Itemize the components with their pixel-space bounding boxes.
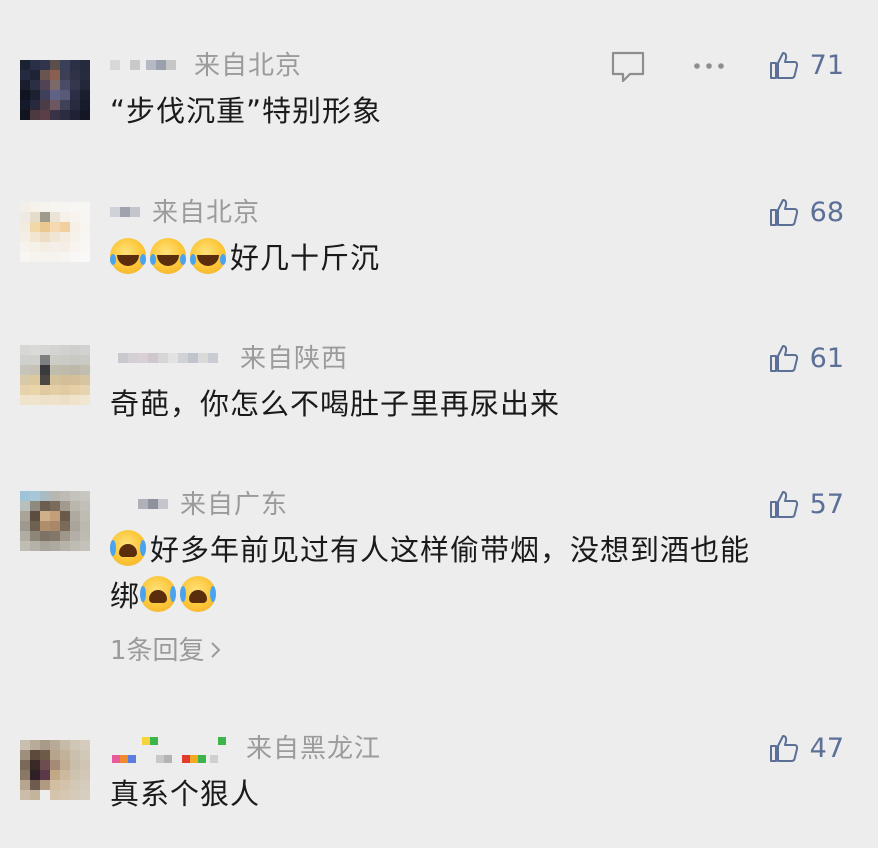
nickname-mosaic[interactable] xyxy=(138,495,168,513)
comment-text: 真系个狠人 xyxy=(110,771,260,817)
thumbs-up-icon xyxy=(769,345,798,372)
comment-text-line1: 好多年前见过有人这样偷带烟，没想到酒也能 xyxy=(150,533,751,567)
comment-item: 来自广东 57 好多年前见过有人这样偷带烟，没想到酒也能 绑 1条回复 xyxy=(0,489,878,669)
comment-text: 好多年前见过有人这样偷带烟，没想到酒也能 绑 xyxy=(110,527,750,619)
thumbs-up-icon xyxy=(769,199,798,226)
thumbs-up-icon xyxy=(769,735,798,762)
crying-emoji-icon xyxy=(110,530,146,566)
comment-item: 来自北京 71 “步伐沉重”特别形象 xyxy=(0,50,878,130)
view-replies-label: 1条回复 xyxy=(110,636,205,666)
like-button[interactable]: 68 xyxy=(768,195,844,229)
laughing-tears-emoji-icon xyxy=(110,238,146,274)
comment-text-content: 奇葩，你怎么不喝肚子里再尿出来 xyxy=(110,387,561,421)
laughing-tears-emoji-icon xyxy=(190,238,226,274)
comment-bubble-icon[interactable] xyxy=(610,50,646,88)
like-count: 71 xyxy=(809,49,844,81)
laughing-tears-emoji-icon xyxy=(150,238,186,274)
like-button[interactable]: 71 xyxy=(768,48,844,82)
more-dots-icon[interactable] xyxy=(692,56,726,80)
crying-emoji-icon xyxy=(180,576,217,612)
nickname-mosaic[interactable] xyxy=(118,349,218,367)
avatar[interactable] xyxy=(20,60,90,120)
comment-item: 来自北京 68 好几十斤沉 xyxy=(0,197,878,277)
like-button[interactable]: 61 xyxy=(768,341,844,375)
nickname-mosaic[interactable] xyxy=(110,56,176,74)
location-label: 来自北京 xyxy=(194,51,303,81)
comment-text: “步伐沉重”特别形象 xyxy=(110,88,382,134)
comment-text-line2: 绑 xyxy=(110,579,141,613)
location-label: 来自北京 xyxy=(152,198,261,228)
nickname-mosaic[interactable] xyxy=(112,733,242,769)
nickname-mosaic[interactable] xyxy=(110,203,140,221)
chevron-right-icon xyxy=(210,642,220,658)
crying-emoji-icon xyxy=(140,576,177,612)
comment-text-content: 真系个狠人 xyxy=(110,777,261,811)
avatar[interactable] xyxy=(20,345,90,405)
avatar[interactable] xyxy=(20,491,90,551)
avatar[interactable] xyxy=(20,740,90,800)
comment-text-content: 好几十斤沉 xyxy=(230,241,381,275)
like-button[interactable]: 57 xyxy=(768,487,844,521)
location-label: 来自陕西 xyxy=(240,344,349,374)
view-replies-link[interactable]: 1条回复 xyxy=(110,635,223,667)
avatar[interactable] xyxy=(20,202,90,262)
like-count: 61 xyxy=(809,342,844,374)
thumbs-up-icon xyxy=(769,491,798,518)
like-count: 47 xyxy=(809,732,844,764)
location-label: 来自黑龙江 xyxy=(246,734,382,764)
like-button[interactable]: 47 xyxy=(768,731,844,765)
location-label: 来自广东 xyxy=(180,490,289,520)
like-count: 57 xyxy=(809,488,844,520)
thumbs-up-icon xyxy=(769,52,798,79)
comment-item: 来自黑龙江 47 真系个狠人 xyxy=(0,733,878,823)
comment-text-content: “步伐沉重”特别形象 xyxy=(110,94,383,128)
comment-text: 好几十斤沉 xyxy=(110,235,380,281)
comment-text: 奇葩，你怎么不喝肚子里再尿出来 xyxy=(110,381,560,427)
comment-item: 来自陕西 61 奇葩，你怎么不喝肚子里再尿出来 xyxy=(0,343,878,423)
like-count: 68 xyxy=(809,196,844,228)
